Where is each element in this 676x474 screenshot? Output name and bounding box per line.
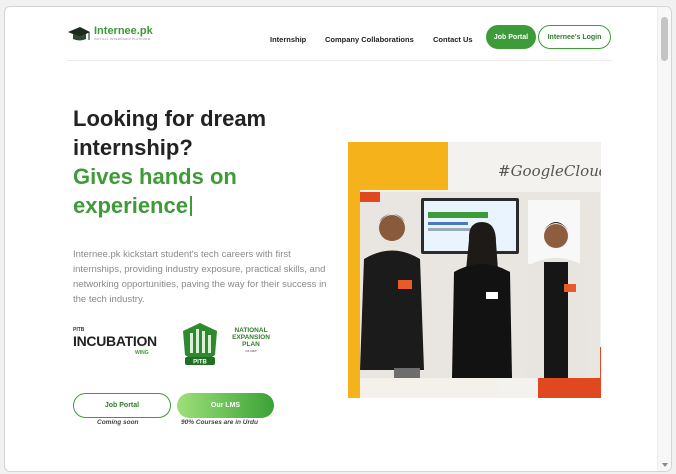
graduation-cap-icon bbox=[68, 27, 90, 41]
nav-contact-us[interactable]: Contact Us bbox=[433, 35, 473, 44]
logo-name: Internee.pk bbox=[94, 25, 153, 37]
hero-title-line2: internship? bbox=[73, 135, 193, 160]
site-header: Internee.pk VIRTUAL INTERNSHIP PLATFORM … bbox=[67, 21, 612, 61]
browser-window: Internee.pk VIRTUAL INTERNSHIP PLATFORM … bbox=[4, 6, 672, 472]
scrollbar[interactable] bbox=[657, 7, 671, 471]
header-job-portal-button[interactable]: Job Portal bbox=[486, 25, 536, 49]
job-portal-button[interactable]: Job Portal bbox=[73, 393, 171, 418]
nav-internship[interactable]: Internship bbox=[270, 35, 306, 44]
nep-line3: PLAN bbox=[242, 341, 260, 348]
nep-line1: NATIONAL bbox=[234, 327, 268, 334]
nav-company-collaborations[interactable]: Company Collaborations bbox=[325, 35, 414, 44]
nep-line2: EXPANSION bbox=[232, 334, 270, 341]
logo[interactable]: Internee.pk VIRTUAL INTERNSHIP PLATFORM bbox=[67, 25, 153, 43]
internee-login-button[interactable]: Internee's Login bbox=[538, 25, 611, 49]
job-portal-note: Coming soon bbox=[97, 419, 139, 426]
scroll-thumb[interactable] bbox=[661, 17, 668, 61]
google-cloud-hashtag: #GoogleCloud bbox=[498, 162, 601, 180]
hero-heading: Looking for dream internship? Gives hand… bbox=[73, 104, 266, 220]
pitb-emblem-icon: PITB bbox=[183, 323, 217, 366]
lms-note: 90% Courses are in Urdu bbox=[181, 419, 258, 426]
typing-cursor bbox=[189, 196, 192, 216]
hero-subtitle-line2: experience bbox=[73, 193, 188, 218]
hero-subtitle-line2-wrap: experience bbox=[73, 191, 266, 220]
scroll-down-arrow-icon[interactable] bbox=[662, 463, 668, 467]
hero-description: Internee.pk kickstart student's tech car… bbox=[73, 249, 327, 305]
hero-subtitle-line1: Gives hands on bbox=[73, 164, 237, 189]
logo-tagline: VIRTUAL INTERNSHIP PLATFORM bbox=[94, 37, 151, 41]
team-photo: #GoogleCloud bbox=[348, 142, 601, 398]
partner-logos: PITB INCUBATION WING PITB NATIONAL EXPAN… bbox=[73, 319, 283, 375]
nep-logo: NATIONAL EXPANSION PLAN OF NEP bbox=[223, 327, 279, 355]
wing-label: WING bbox=[135, 350, 149, 356]
pitb-emblem-text: PITB bbox=[193, 360, 207, 366]
our-lms-button[interactable]: Our LMS bbox=[177, 393, 274, 418]
hero-title-line1: Looking for dream bbox=[73, 106, 267, 131]
nep-small: OF NEP bbox=[245, 349, 257, 353]
incubation-wing-logo: INCUBATION bbox=[73, 333, 157, 349]
